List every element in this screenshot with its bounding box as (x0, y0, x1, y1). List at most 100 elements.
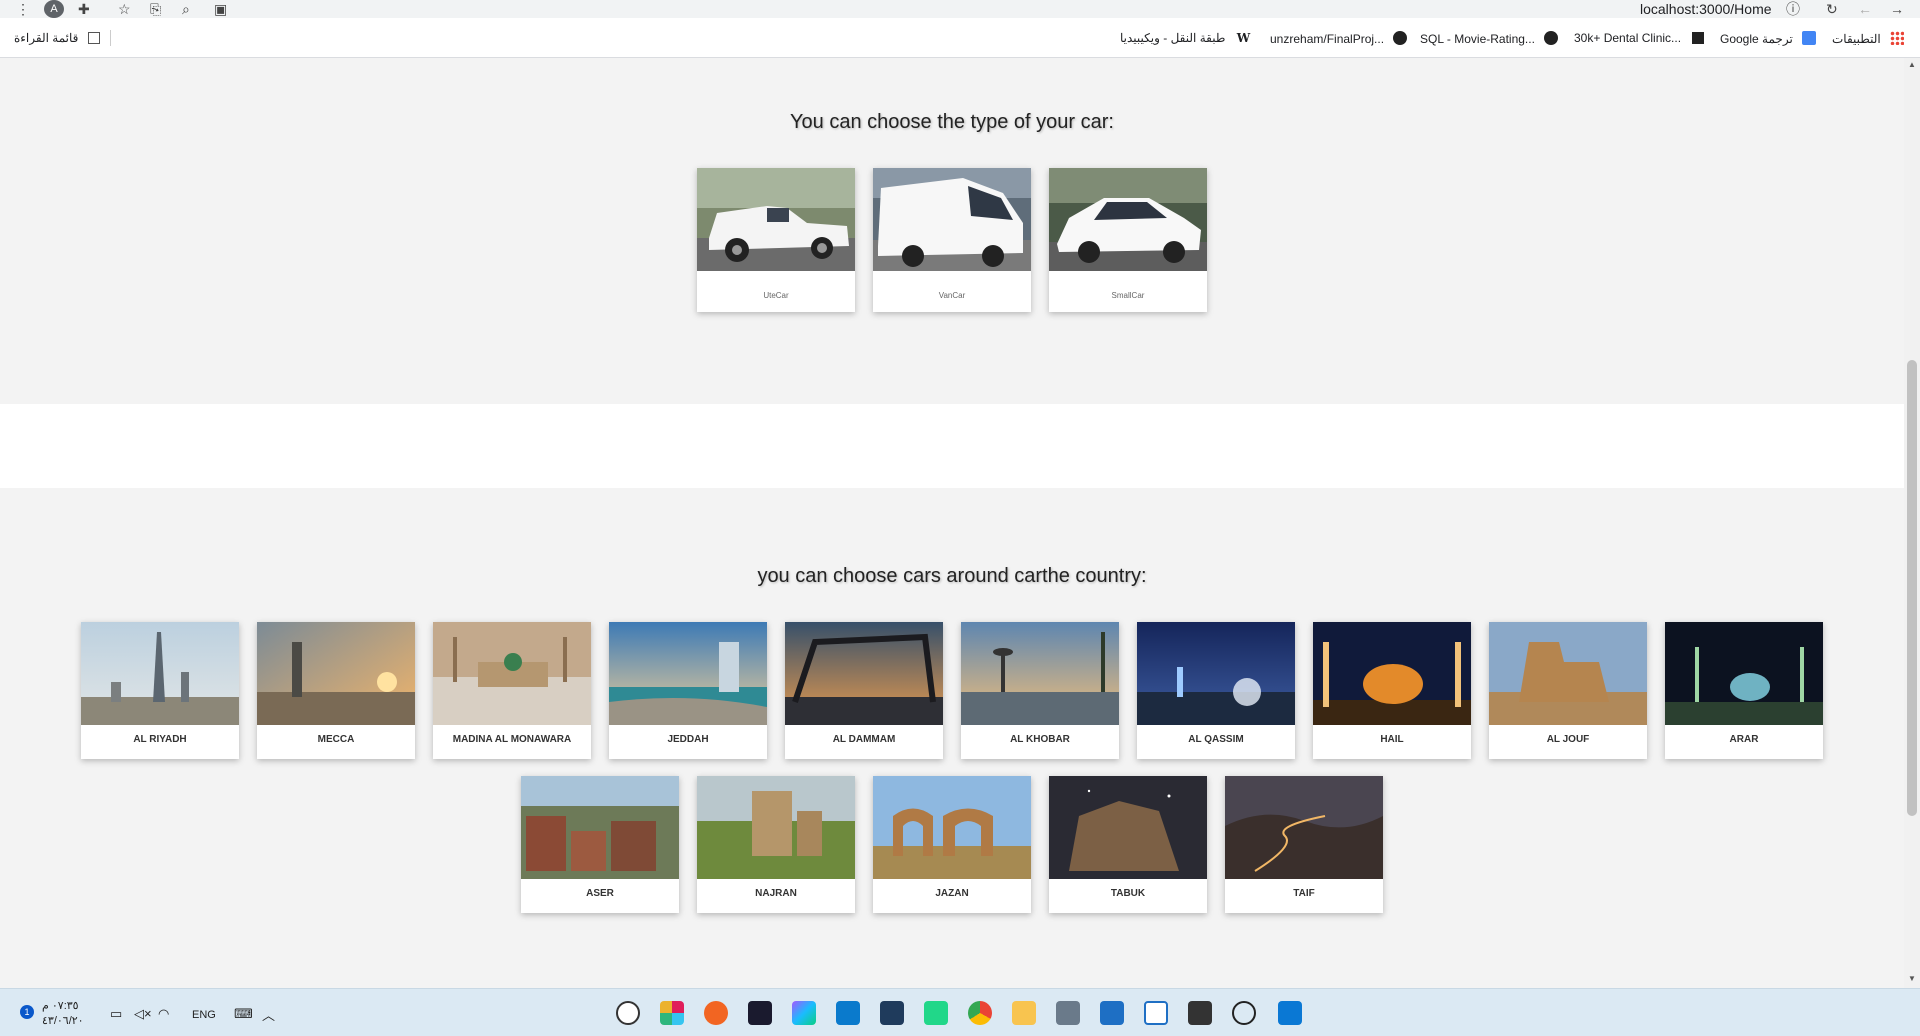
city-card-jazan[interactable]: JAZAN (873, 776, 1031, 913)
slack-icon[interactable] (660, 1001, 684, 1025)
profile-avatar[interactable]: A (44, 0, 64, 18)
ute-car-image (697, 168, 855, 271)
calculator-icon[interactable] (1056, 1001, 1080, 1025)
star-icon[interactable]: ☆ (118, 1, 131, 17)
najran-image (697, 776, 855, 879)
reading-list-button[interactable]: قائمة القراءة (14, 31, 100, 45)
car-label: UteCar (763, 291, 789, 300)
extensions-icon[interactable]: ✚ (78, 1, 90, 17)
city-label: JAZAN (935, 888, 969, 899)
city-label: MADINA AL MONAWARA (452, 734, 572, 745)
clock-date[interactable]: ٤٣/٠٦/٢٠ (42, 1014, 84, 1027)
city-label: AL DAMMAM (832, 734, 896, 745)
car-card-ute[interactable]: UteCar (697, 168, 855, 312)
keyboard-icon[interactable]: ⌨ (234, 1006, 253, 1022)
file-explorer-icon[interactable] (1012, 1001, 1036, 1025)
city-card-madina[interactable]: MADINA AL MONAWARA (433, 622, 591, 759)
cars-section-title: You can choose the type of your car: (790, 111, 1114, 133)
vscode-icon[interactable] (836, 1001, 860, 1025)
info-icon[interactable]: ⓘ (1786, 1, 1800, 17)
city-label: AL JOUF (1546, 734, 1590, 745)
search-icon[interactable] (1232, 1001, 1256, 1025)
scroll-down-icon[interactable]: ▼ (1908, 974, 1916, 983)
widgets-icon[interactable] (1144, 1001, 1168, 1025)
cast-icon[interactable]: ▣ (214, 1, 227, 17)
intellij-icon[interactable] (748, 1001, 772, 1025)
arar-image (1665, 622, 1823, 725)
battery-icon[interactable]: ▭ (110, 1006, 122, 1022)
city-card-aser[interactable]: ASER (521, 776, 679, 913)
city-card-jeddah[interactable]: JEDDAH (609, 622, 767, 759)
city-card-taif[interactable]: TAIF (1225, 776, 1383, 913)
sql-server-icon[interactable] (880, 1001, 904, 1025)
bookmark-apps[interactable]: التطبيقات (1832, 31, 1905, 46)
pycharm-icon[interactable] (924, 1001, 948, 1025)
city-card-hail[interactable]: HAIL (1313, 622, 1471, 759)
city-card-mecca[interactable]: MECCA (257, 622, 415, 759)
city-card-khobar[interactable]: AL KHOBAR (961, 622, 1119, 759)
scroll-up-icon[interactable]: ▲ (1908, 60, 1916, 69)
city-label: ARAR (1729, 734, 1759, 745)
city-card-jouf[interactable]: AL JOUF (1489, 622, 1647, 759)
bookmark-wikipedia[interactable]: طبقة النقل - ويكيبيديا W (1120, 31, 1250, 45)
volume-icon[interactable]: ◁× (134, 1006, 152, 1022)
dammam-image (785, 622, 943, 725)
language-indicator[interactable]: ENG (192, 1009, 216, 1021)
store-icon[interactable] (1100, 1001, 1124, 1025)
car-label: VanCar (938, 291, 966, 300)
city-card-tabuk[interactable]: TABUK (1049, 776, 1207, 913)
zoom-icon[interactable]: ⌕ (182, 1, 190, 17)
city-label: AL QASSIM (1188, 734, 1244, 745)
windows-start-icon[interactable] (1278, 1001, 1302, 1025)
bookmark-google-translate[interactable]: Google ترجمة (1720, 31, 1817, 46)
chrome-icon[interactable] (968, 1001, 992, 1025)
city-label: AL RIYADH (133, 734, 187, 745)
section-divider-band (0, 404, 1904, 488)
jouf-image (1489, 622, 1647, 725)
tabuk-image (1049, 776, 1207, 879)
postman-icon[interactable] (704, 1001, 728, 1025)
city-label: ASER (586, 888, 614, 899)
page-content: You can choose the type of your car: Ute… (0, 58, 1904, 988)
browser-toolbar: ⋮ A ✚ ☆ ⎘ ⌕ ▣ localhost:3000/Home ⓘ ↻ ← … (0, 0, 1920, 18)
small-car-image (1049, 168, 1207, 271)
forward-arrow-icon[interactable]: → (1890, 1, 1904, 17)
city-label: JEDDAH (667, 734, 709, 745)
reading-list-icon (87, 32, 100, 44)
figma-icon[interactable] (792, 1001, 816, 1025)
bookmark-dental[interactable]: 30k+ Dental Clinic... (1574, 31, 1705, 45)
aser-image (521, 776, 679, 879)
city-card-riyadh[interactable]: AL RIYADH (81, 622, 239, 759)
scrollbar-thumb[interactable] (1907, 360, 1917, 816)
city-label: MECCA (317, 734, 355, 745)
car-card-small[interactable]: SmallCar (1049, 168, 1207, 312)
hail-image (1313, 622, 1471, 725)
reload-icon[interactable]: ↻ (1826, 1, 1838, 17)
clock-time[interactable]: ٠٧:٣٥ م (42, 999, 79, 1012)
car-card-van[interactable]: VanCar (873, 168, 1031, 312)
bookmark-sql[interactable]: SQL - Movie-Rating... (1420, 31, 1559, 46)
city-label: NAJRAN (755, 888, 797, 899)
task-view-icon[interactable] (1188, 1001, 1212, 1025)
madina-image (433, 622, 591, 725)
city-label: HAIL (1380, 734, 1404, 745)
back-arrow-icon[interactable]: ← (1858, 1, 1872, 17)
github-icon (1393, 31, 1408, 45)
bookmarks-bar: قائمة القراءة طبقة النقل - ويكيبيديا W u… (0, 18, 1920, 58)
chevron-up-icon[interactable]: ︿ (262, 1005, 275, 1024)
share-icon[interactable]: ⎘ (150, 1, 161, 17)
app-icon-1[interactable] (616, 1001, 640, 1025)
city-label: TAIF (1293, 888, 1315, 899)
page-scrollbar[interactable]: ▲ ▼ (1904, 58, 1920, 988)
bookmark-finalproj[interactable]: unzreham/FinalProj... (1270, 31, 1408, 46)
city-card-dammam[interactable]: AL DAMMAM (785, 622, 943, 759)
address-bar[interactable]: localhost:3000/Home (1640, 1, 1772, 17)
city-card-qassim[interactable]: AL QASSIM (1137, 622, 1295, 759)
bookmark-icon (1692, 32, 1705, 44)
notification-badge[interactable]: 1 (20, 1005, 34, 1019)
menu-icon[interactable]: ⋮ (16, 1, 30, 17)
city-card-najran[interactable]: NAJRAN (697, 776, 855, 913)
city-card-arar[interactable]: ARAR (1665, 622, 1823, 759)
wifi-icon[interactable]: ◠ (158, 1006, 169, 1022)
divider (110, 30, 111, 46)
